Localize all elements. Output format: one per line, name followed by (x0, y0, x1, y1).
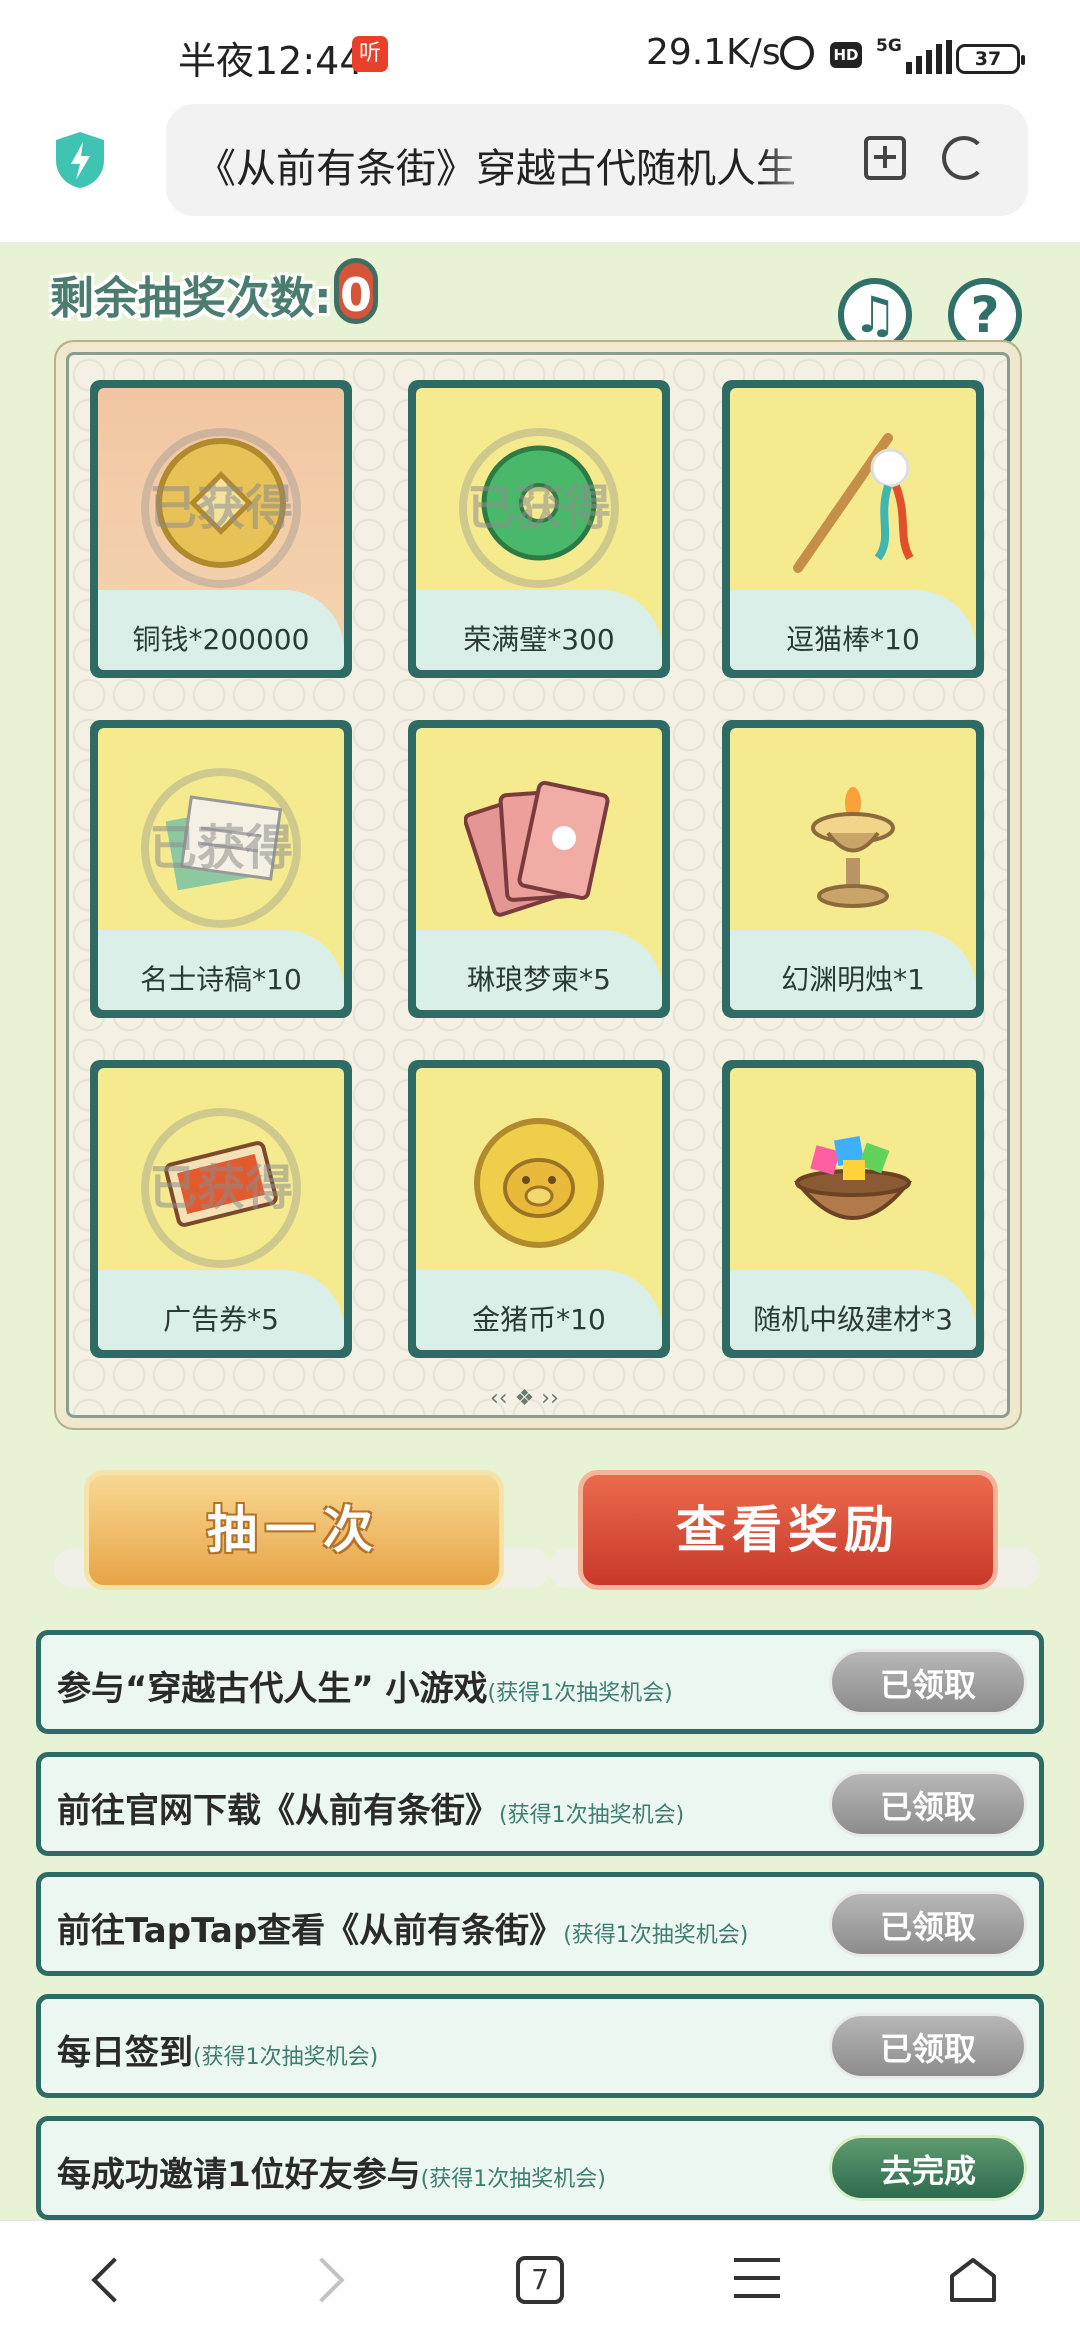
prize-label: 铜钱*200000 (132, 623, 310, 656)
hd-icon: HD (830, 42, 862, 68)
network-speed: 29.1K/s (646, 32, 781, 73)
task-claimed-button[interactable]: 已领取 (829, 1891, 1027, 1957)
url-fade (760, 124, 830, 194)
prize-tile: 金猪币*10 (408, 1060, 670, 1358)
prize-label: 幻渊明烛*1 (781, 963, 925, 996)
task-row: 参与“穿越古代人生” 小游戏(获得1次抽奖机会) 已领取 (36, 1630, 1044, 1734)
remaining-draws-label: 剩余抽奖次数: (50, 273, 332, 324)
claimed-stamp: 已获得 (459, 428, 619, 588)
prize-label: 金猪币*10 (472, 1303, 606, 1336)
draw-once-button[interactable]: 抽一次 (84, 1470, 504, 1590)
task-note: (获得1次抽奖机会) (487, 1681, 673, 1706)
task-text: 参与“穿越古代人生” 小游戏 (57, 1669, 488, 1709)
prize-label: 广告券*5 (163, 1303, 279, 1336)
reload-icon[interactable] (942, 136, 986, 180)
prize-label: 名士诗稿*10 (140, 963, 302, 996)
network-type: 5G (876, 36, 902, 56)
page-title[interactable]: 《从前有条街》穿越古代随机人生 (196, 136, 816, 186)
task-go-complete-button[interactable]: 去完成 (829, 2135, 1027, 2201)
menu-icon[interactable] (734, 2258, 780, 2298)
letter-cards-icon (464, 780, 610, 917)
claimed-stamp: 已获得 (141, 428, 301, 588)
alarm-icon (780, 36, 814, 70)
task-claimed-button[interactable]: 已领取 (829, 1649, 1027, 1715)
task-text: 前往官网下载《从前有条街》 (57, 1791, 499, 1831)
gem-pot-icon (793, 1135, 913, 1220)
prize-label: 随机中级建材*3 (753, 1303, 953, 1336)
tabs-button[interactable]: 7 (516, 2256, 564, 2304)
prize-tile: 已获得 名士诗稿*10 (90, 720, 352, 1018)
listen-badge-icon: 听 (352, 36, 388, 72)
task-note: (获得1次抽奖机会) (420, 2167, 606, 2192)
claimed-stamp: 已获得 (141, 1108, 301, 1268)
prize-tile: 逗猫棒*10 (722, 380, 984, 678)
claimed-stamp: 已获得 (141, 768, 301, 928)
music-icon[interactable]: ♫ (838, 278, 912, 352)
prize-tile: 琳琅梦柬*5 (408, 720, 670, 1018)
board-ornament: ‹‹ ❖ ›› (490, 1386, 559, 1411)
task-text: 每日签到 (57, 2033, 193, 2073)
task-row: 每成功邀请1位好友参与(获得1次抽奖机会) 去完成 (36, 2116, 1044, 2220)
battery-icon: 37 (956, 44, 1025, 74)
prize-tile: 随机中级建材*3 (722, 1060, 984, 1358)
help-icon[interactable]: ? (948, 278, 1022, 352)
prize-label: 荣满璧*300 (463, 623, 615, 656)
remaining-draws-count: 0 (334, 258, 378, 324)
add-bookmark-icon[interactable] (864, 136, 906, 180)
status-time: 半夜12:44 (178, 39, 364, 83)
oil-lamp-icon (811, 787, 895, 908)
prize-tile: 幻渊明烛*1 (722, 720, 984, 1018)
pig-coin-icon (474, 1118, 604, 1248)
prize-tile: 已获得 广告券*5 (90, 1060, 352, 1358)
task-row: 前往TapTap查看《从前有条街》(获得1次抽奖机会) 已领取 (36, 1872, 1044, 1976)
signal-icon (906, 40, 952, 74)
task-note: (获得1次抽奖机会) (563, 1923, 749, 1948)
task-claimed-button[interactable]: 已领取 (829, 1771, 1027, 1837)
prize-label: 逗猫棒*10 (786, 623, 920, 656)
task-text: 前往TapTap查看《从前有条街》 (57, 1911, 564, 1951)
task-note: (获得1次抽奖机会) (499, 1803, 685, 1828)
task-row: 每日签到(获得1次抽奖机会) 已领取 (36, 1994, 1044, 2098)
prize-tile: 已获得 荣满璧*300 (408, 380, 670, 678)
view-rewards-button[interactable]: 查看奖励 (578, 1470, 998, 1590)
prize-tile: 已获得 铜钱*200000 (90, 380, 352, 678)
cat-teaser-icon (793, 433, 914, 573)
task-text: 每成功邀请1位好友参与 (57, 2155, 421, 2195)
home-icon[interactable] (948, 2256, 998, 2304)
task-row: 前往官网下载《从前有条街》(获得1次抽奖机会) 已领取 (36, 1752, 1044, 1856)
prize-label: 琳琅梦柬*5 (467, 963, 611, 996)
task-note: (获得1次抽奖机会) (193, 2045, 379, 2070)
task-claimed-button[interactable]: 已领取 (829, 2013, 1027, 2079)
security-shield-icon[interactable] (54, 130, 106, 190)
